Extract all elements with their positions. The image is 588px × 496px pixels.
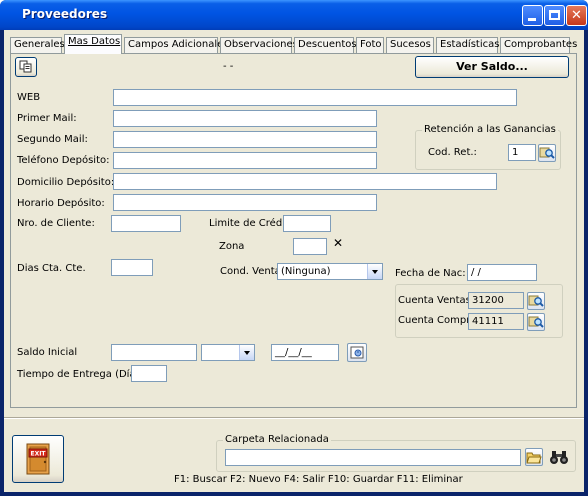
zona-input[interactable] bbox=[293, 238, 327, 255]
fecha-nac-label: Fecha de Nac: bbox=[395, 268, 466, 279]
cod-ret-label: Cod. Ret.: bbox=[428, 147, 477, 158]
cuenta-ventas-label: Cuenta Ventas bbox=[398, 295, 471, 306]
segundo-mail-input[interactable] bbox=[113, 131, 377, 148]
maximize-icon bbox=[549, 10, 560, 20]
copy-icon bbox=[19, 60, 32, 73]
carpeta-group: Carpeta Relacionada bbox=[216, 434, 576, 472]
exit-door-icon: EXIT bbox=[26, 443, 50, 475]
tab-foto[interactable]: Foto bbox=[356, 37, 384, 53]
title-bar[interactable]: Proveedores ✕ bbox=[0, 0, 588, 30]
cuenta-ventas-search-button[interactable] bbox=[527, 292, 545, 310]
carpeta-input[interactable] bbox=[225, 449, 521, 466]
carpeta-folder-button[interactable] bbox=[525, 448, 543, 466]
chevron-down-icon[interactable] bbox=[367, 264, 382, 279]
binoculars-icon bbox=[550, 451, 568, 464]
chevron-down-icon[interactable] bbox=[239, 345, 254, 360]
limite-credito-input[interactable] bbox=[283, 215, 331, 232]
client-area: Generales Mas Datos Campos Adicionales O… bbox=[4, 30, 584, 492]
tab-label: Descuentos bbox=[298, 39, 357, 50]
telefono-label: Teléfono Depósito: bbox=[17, 155, 110, 166]
tab-label: Comprobantes bbox=[504, 39, 578, 50]
cond-venta-value: (Ninguna) bbox=[281, 266, 331, 277]
shortcut-status-text: F1: Buscar F2: Nuevo F4: Salir F10: Guar… bbox=[174, 474, 463, 485]
nro-cliente-input[interactable] bbox=[111, 215, 181, 232]
tab-campos-adicionales[interactable]: Campos Adicionales bbox=[124, 37, 229, 53]
fecha-nac-input[interactable]: / / bbox=[467, 264, 537, 281]
exit-text: EXIT bbox=[30, 451, 46, 458]
mas-datos-panel: - - Ver Saldo... WEB Primer Mail: Segund… bbox=[10, 53, 577, 408]
cod-ret-search-button[interactable] bbox=[538, 144, 556, 162]
web-label: WEB bbox=[17, 92, 41, 103]
search-icon bbox=[528, 295, 544, 307]
tab-label: Observaciones bbox=[224, 39, 298, 50]
cond-venta-select[interactable]: (Ninguna) bbox=[277, 263, 383, 280]
domicilio-label: Domicilio Depósito: bbox=[17, 177, 115, 188]
saldo-date-input[interactable]: __/__/__ bbox=[271, 344, 339, 361]
cod-ret-input[interactable]: 1 bbox=[508, 144, 536, 161]
minimize-icon bbox=[528, 18, 536, 21]
tab-sucesos[interactable]: Sucesos bbox=[386, 37, 434, 53]
saldo-inicial-label: Saldo Inicial bbox=[17, 347, 78, 358]
ver-saldo-button[interactable]: Ver Saldo... bbox=[415, 56, 569, 78]
search-icon bbox=[539, 147, 555, 159]
saldo-type-select[interactable] bbox=[201, 344, 255, 361]
retencion-title: Retención a las Ganancias bbox=[422, 124, 558, 135]
zona-label: Zona bbox=[219, 241, 245, 252]
search-icon bbox=[528, 316, 544, 328]
tab-generales[interactable]: Generales bbox=[10, 37, 65, 53]
bottom-divider bbox=[4, 417, 584, 419]
zona-clear-icon[interactable]: ✕ bbox=[333, 236, 343, 250]
dias-cta-label: Dias Cta. Cte. bbox=[17, 263, 86, 274]
window-title: Proveedores bbox=[22, 7, 108, 21]
tab-observaciones[interactable]: Observaciones bbox=[220, 37, 298, 53]
cuenta-compras-search-button[interactable] bbox=[527, 313, 545, 331]
cuenta-compras-input[interactable]: 41111 bbox=[468, 313, 524, 330]
calendar-icon bbox=[350, 346, 364, 359]
exit-button[interactable]: EXIT bbox=[12, 435, 64, 483]
web-input[interactable] bbox=[113, 89, 517, 106]
tab-estadisticas[interactable]: Estadísticas bbox=[436, 37, 500, 53]
horario-input[interactable] bbox=[113, 194, 377, 211]
minimize-button[interactable] bbox=[522, 5, 543, 26]
tab-label: Campos Adicionales bbox=[128, 39, 229, 50]
horario-label: Horario Depósito: bbox=[17, 198, 105, 209]
tab-descuentos[interactable]: Descuentos bbox=[294, 37, 357, 53]
binoculars-button[interactable] bbox=[549, 448, 569, 466]
tab-mas-datos[interactable]: Mas Datos bbox=[64, 34, 122, 54]
nro-cliente-label: Nro. de Cliente: bbox=[17, 218, 95, 229]
saldo-date-button[interactable] bbox=[347, 343, 367, 362]
saldo-inicial-input[interactable] bbox=[111, 344, 197, 361]
tiempo-entrega-label: Tiempo de Entrega (Días): bbox=[17, 369, 149, 380]
telefono-input[interactable] bbox=[113, 152, 377, 169]
close-icon: ✕ bbox=[571, 8, 582, 23]
tab-label: Mas Datos bbox=[68, 36, 121, 47]
carpeta-title: Carpeta Relacionada bbox=[223, 434, 331, 445]
cond-venta-label: Cond. Venta bbox=[220, 266, 281, 277]
maximize-button[interactable] bbox=[544, 5, 565, 26]
folder-icon bbox=[526, 452, 542, 464]
cuenta-ventas-input[interactable]: 31200 bbox=[468, 292, 524, 309]
tab-label: Estadísticas bbox=[440, 39, 500, 50]
domicilio-input[interactable] bbox=[113, 173, 497, 190]
tab-comprobantes[interactable]: Comprobantes bbox=[500, 37, 577, 53]
dash-text: - - bbox=[223, 61, 234, 72]
window: Proveedores ✕ Generales Mas Datos Campos… bbox=[0, 0, 588, 496]
close-button[interactable]: ✕ bbox=[566, 5, 587, 26]
tab-label: Foto bbox=[360, 39, 382, 50]
dias-cta-input[interactable] bbox=[111, 259, 153, 276]
copy-button[interactable] bbox=[15, 57, 37, 77]
segundo-mail-label: Segundo Mail: bbox=[17, 134, 88, 145]
tab-label: Generales bbox=[14, 39, 65, 50]
cuentas-group: Cuenta Ventas 31200 Cuenta Compras 41111 bbox=[395, 284, 563, 338]
primer-mail-label: Primer Mail: bbox=[17, 113, 77, 124]
tiempo-entrega-input[interactable] bbox=[131, 365, 167, 382]
tab-label: Sucesos bbox=[390, 39, 431, 50]
primer-mail-input[interactable] bbox=[113, 110, 377, 127]
retencion-group: Retención a las Ganancias Cod. Ret.: 1 bbox=[415, 124, 561, 170]
